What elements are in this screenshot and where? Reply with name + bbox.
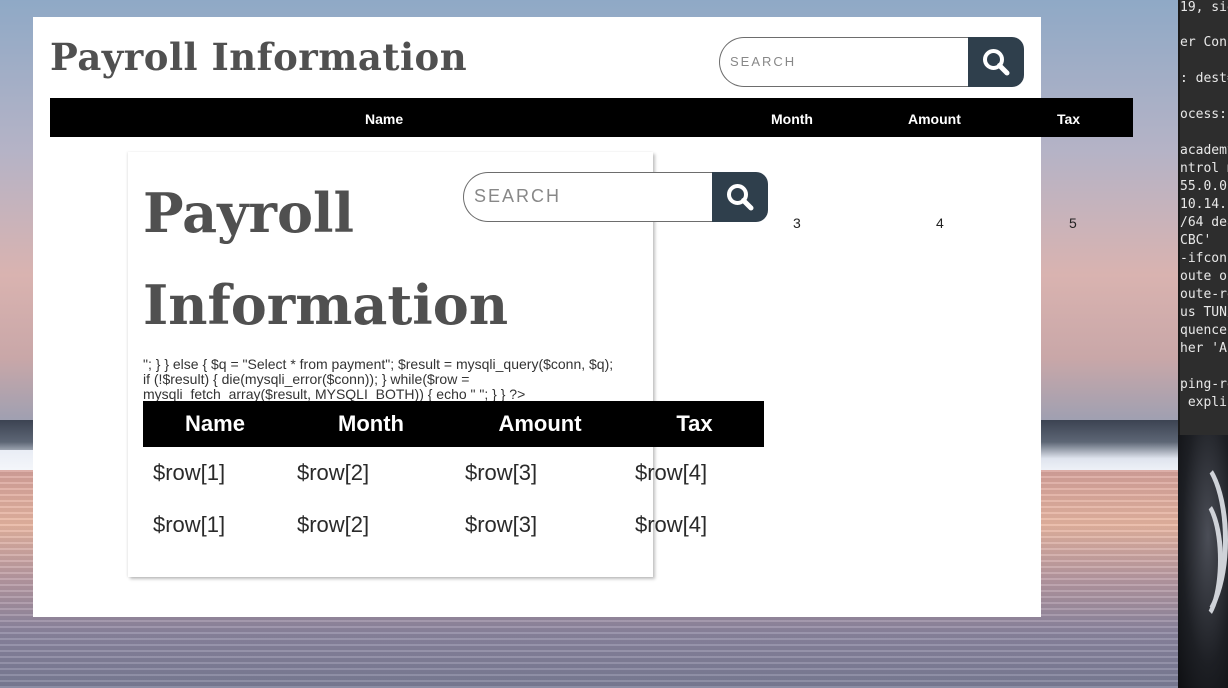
column-header-month: Month: [771, 111, 813, 127]
nested-search-button[interactable]: [712, 172, 768, 222]
table-cell: $row[3]: [465, 460, 538, 485]
table-cell: $row[2]: [297, 460, 370, 485]
terminal-line: explic: [1187, 395, 1228, 410]
table-row: $row[1] $row[2] $row[3] $row[4]: [143, 447, 764, 499]
table-cell: 4: [936, 215, 944, 231]
terminal-line: ping-re: [1180, 377, 1228, 392]
nested-search-field[interactable]: [463, 172, 713, 222]
terminal-line: 55.0.0,: [1180, 179, 1228, 194]
column-header-tax: Tax: [625, 401, 764, 447]
search-icon: [727, 184, 754, 211]
column-header-name: Name: [143, 401, 287, 447]
terminal-line: -ifconf: [1180, 251, 1228, 266]
terminal-line: : dest=: [1180, 71, 1228, 86]
wallpaper-fragment: [1178, 435, 1228, 688]
column-header-amount: Amount: [908, 111, 961, 127]
terminal-line: ntrol m: [1180, 161, 1228, 176]
nested-page-title: Payroll Information: [143, 181, 509, 337]
terminal-line: 10.14.1: [1180, 197, 1228, 212]
terminal-line: er Conn: [1180, 35, 1228, 50]
terminal-line: quence: [1180, 323, 1227, 338]
table-header-row: Name Month Amount Tax: [143, 401, 764, 447]
payroll-page: Payroll Information Name Month Amount Ta…: [33, 17, 1133, 617]
column-header-month: Month: [287, 401, 455, 447]
table-header: Name Month Amount Tax: [50, 98, 1133, 137]
terminal-line: academy: [1180, 143, 1228, 158]
column-header-amount: Amount: [455, 401, 625, 447]
search-button[interactable]: [968, 37, 1024, 87]
table-cell: $row[2]: [297, 512, 370, 537]
terminal-line: 19, sig: [1180, 0, 1228, 15]
php-source-text: "; } } else { $q = "Select * from paymen…: [143, 357, 614, 402]
search-input[interactable]: [730, 54, 950, 69]
terminal-line: us TUN/: [1180, 305, 1228, 320]
payroll-table: Name Month Amount Tax $row[1] $row[2] $r…: [143, 401, 764, 551]
terminal-line: ocess:: [1180, 107, 1227, 122]
table-cell: $row[3]: [465, 512, 538, 537]
table-cell: 5: [1069, 215, 1077, 231]
terminal-line: CBC': [1180, 233, 1212, 248]
cable-decoration: [1173, 495, 1223, 625]
terminal-window[interactable]: 19, sig er Conn : dest= ocess: academy n…: [1178, 0, 1228, 435]
search-field[interactable]: [719, 37, 969, 87]
column-header-name: Name: [365, 111, 404, 127]
column-header-tax: Tax: [1057, 111, 1081, 127]
table-cell: $row[4]: [635, 512, 708, 537]
table-row: $row[1] $row[2] $row[3] $row[4]: [143, 499, 764, 551]
table-cell: $row[1]: [153, 460, 226, 485]
nested-search-input[interactable]: [474, 186, 694, 207]
search-icon: [983, 49, 1010, 76]
table-cell: 3: [793, 215, 801, 231]
terminal-line: /64 dea: [1180, 215, 1228, 230]
table-cell: $row[1]: [153, 512, 226, 537]
terminal-line: her 'AE: [1180, 341, 1228, 356]
terminal-line: oute op: [1180, 269, 1228, 284]
terminal-line: oute-re: [1180, 287, 1228, 302]
table-cell: $row[4]: [635, 460, 708, 485]
page-title: Payroll Information: [50, 35, 468, 79]
